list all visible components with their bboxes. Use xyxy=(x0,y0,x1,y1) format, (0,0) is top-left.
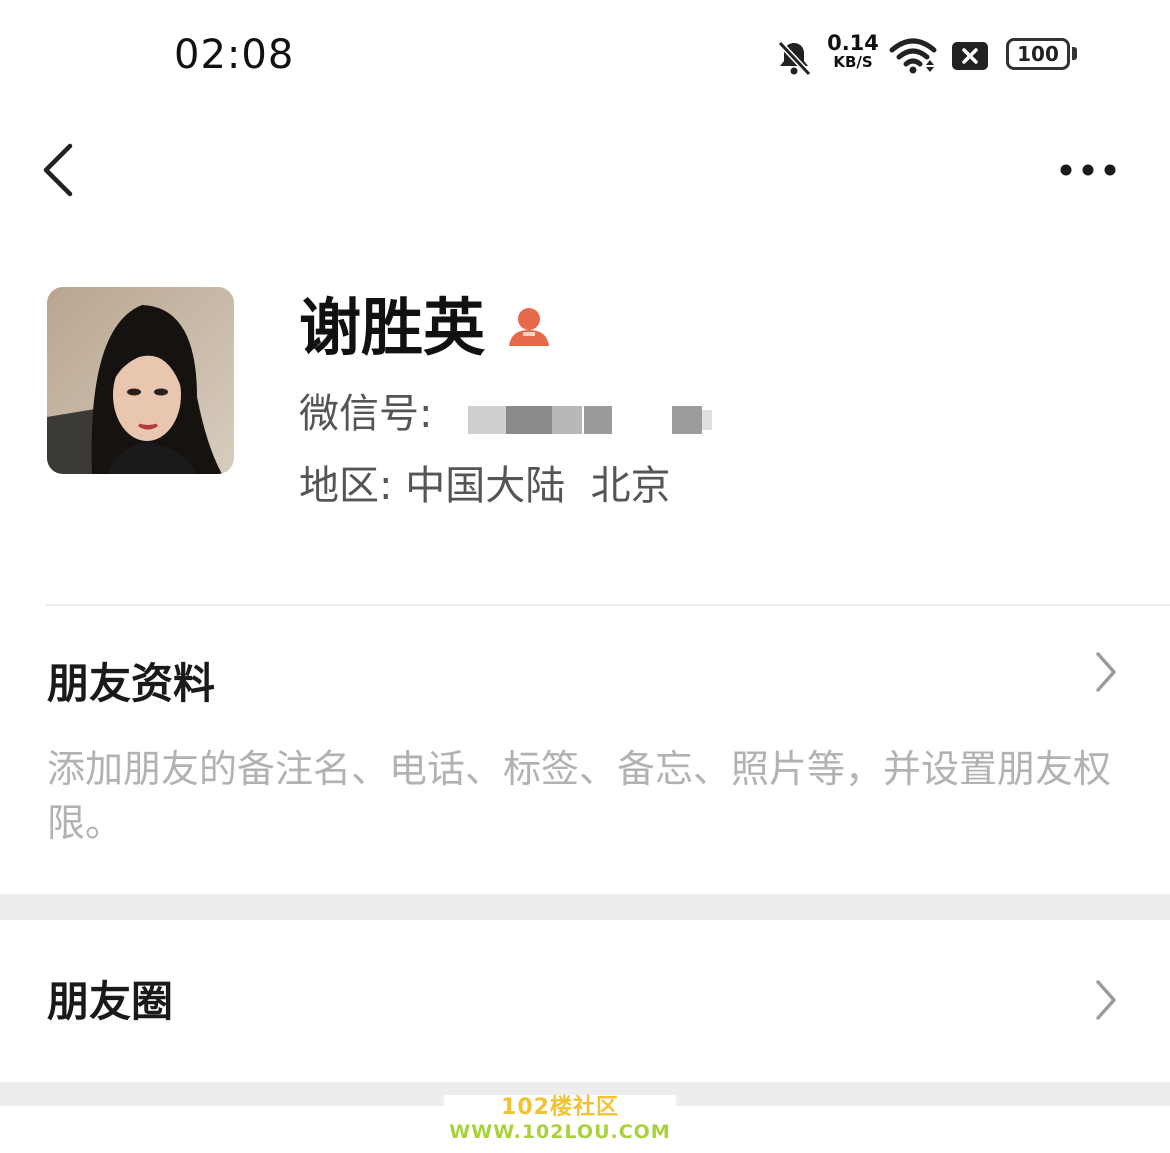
watermark-title: 102楼社区 xyxy=(501,1095,619,1120)
chevron-right-icon xyxy=(1093,978,1119,1022)
back-button[interactable] xyxy=(38,140,82,200)
net-speed-unit: KB/S xyxy=(833,53,873,71)
more-button[interactable] xyxy=(1056,150,1120,190)
battery-cap xyxy=(1072,47,1077,60)
moments-title: 朋友圈 xyxy=(47,977,174,1026)
chevron-right-icon xyxy=(1093,650,1119,694)
contact-person-icon xyxy=(503,304,555,354)
net-speed-value: 0.14 xyxy=(827,31,879,55)
wechat-id-label: 微信号: xyxy=(299,391,433,437)
net-speed: 0.14 KB/S xyxy=(826,31,880,72)
bell-muted-icon xyxy=(774,38,814,82)
wechat-id-redacted xyxy=(466,404,726,436)
region-value: 中国大陆 北京 xyxy=(405,463,671,509)
avatar[interactable] xyxy=(47,287,234,474)
friend-info-row[interactable]: 朋友资料 添加朋友的备注名、电话、标签、备忘、照片等，并设置朋友权限。 xyxy=(0,606,1170,894)
watermark: 102楼社区 WWW.102LOU.COM xyxy=(444,1095,676,1147)
battery-level: 100 xyxy=(1006,38,1070,70)
status-time: 02:08 xyxy=(174,32,295,78)
section-gap xyxy=(0,894,1170,920)
watermark-url: WWW.102LOU.COM xyxy=(449,1121,671,1143)
friend-info-title: 朋友资料 xyxy=(47,659,216,708)
moments-row[interactable]: 朋友圈 xyxy=(0,920,1170,1082)
wifi-icon xyxy=(888,36,938,80)
more-dots-icon xyxy=(1060,164,1116,176)
chevron-left-icon xyxy=(43,143,73,197)
display-name: 谢胜英 xyxy=(299,291,486,364)
friend-info-description: 添加朋友的备注名、电话、标签、备忘、照片等，并设置朋友权限。 xyxy=(47,747,1112,845)
region-row: 地区: 中国大陆 北京 xyxy=(299,460,671,512)
sim-x-icon xyxy=(950,40,990,76)
region-label: 地区: xyxy=(299,463,393,509)
